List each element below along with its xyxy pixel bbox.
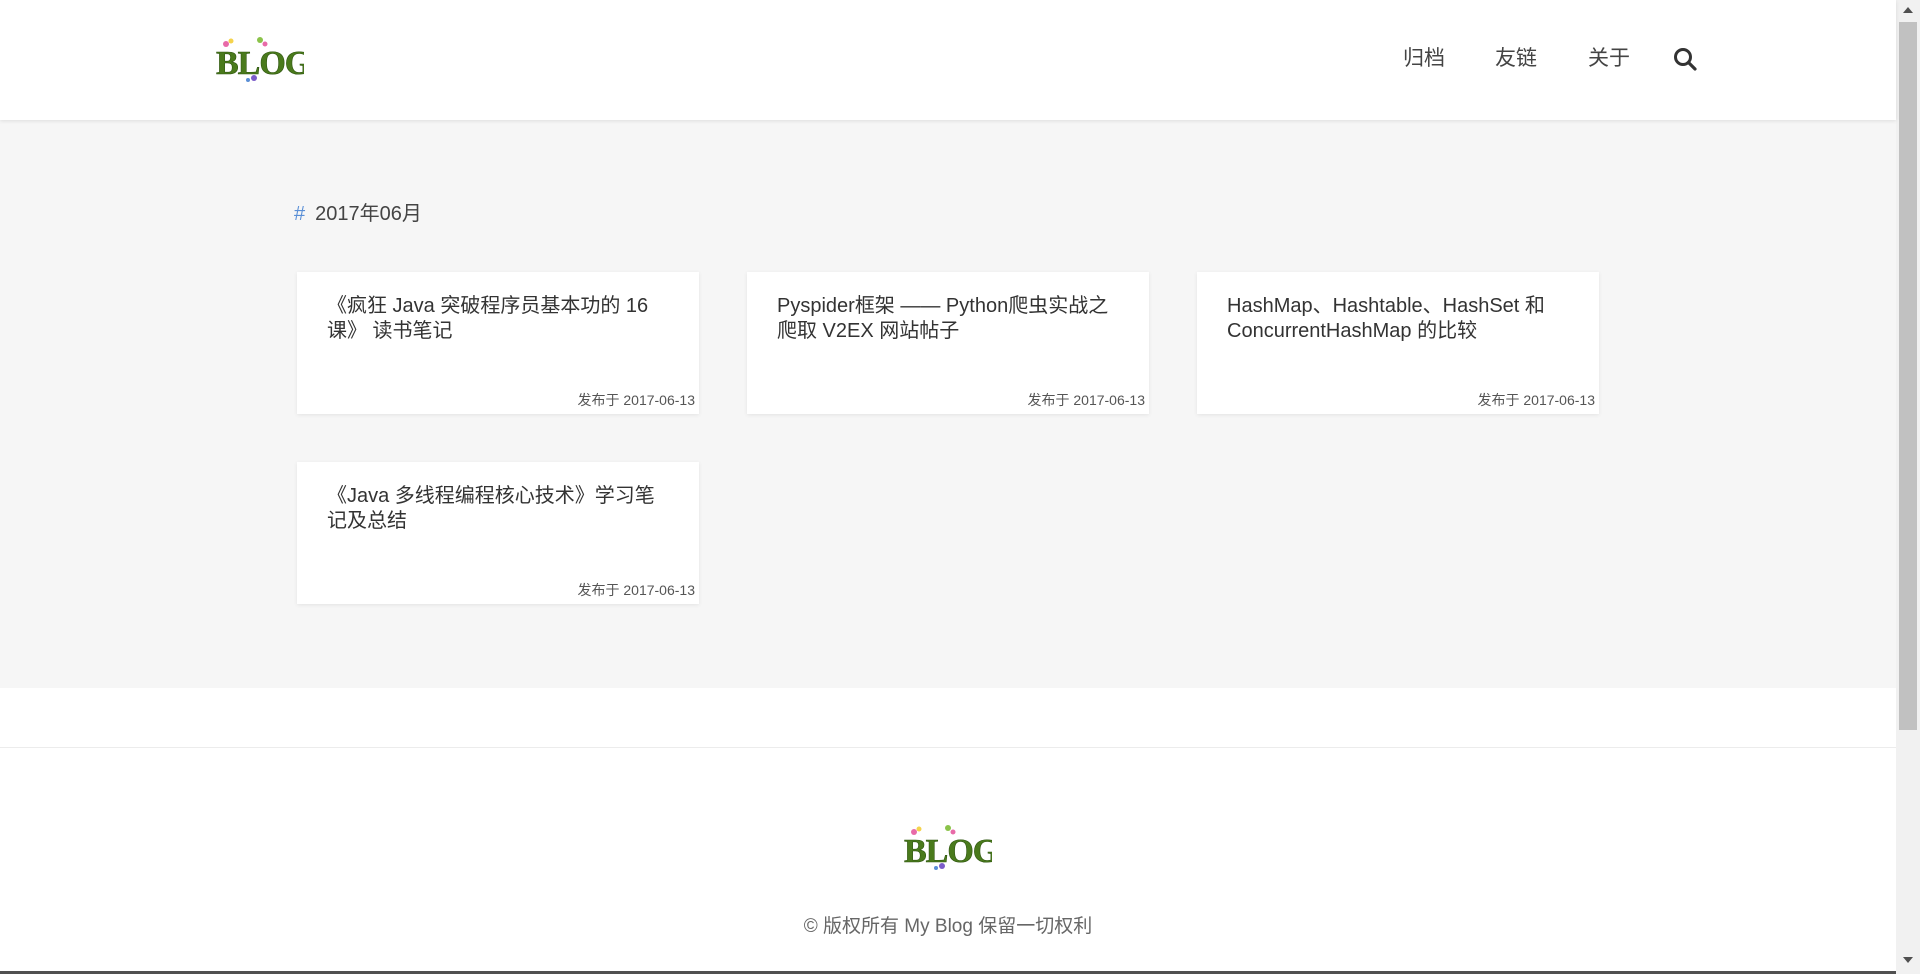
post-card[interactable]: HashMap、Hashtable、HashSet 和 ConcurrentHa… bbox=[1197, 272, 1599, 414]
triangle-down-icon bbox=[1903, 957, 1913, 963]
post-title[interactable]: HashMap、Hashtable、HashSet 和 ConcurrentHa… bbox=[1227, 294, 1573, 344]
post-title[interactable]: 《疯狂 Java 突破程序员基本功的 16 课》 读书笔记 bbox=[327, 294, 673, 344]
scrollbar-thumb[interactable] bbox=[1899, 22, 1917, 730]
post-date: 发布于 2017-06-13 bbox=[577, 582, 695, 598]
blog-logo[interactable]: BLOG bbox=[212, 34, 304, 84]
post-date: 发布于 2017-06-13 bbox=[577, 392, 695, 408]
page: BLOG 归档 友链 关于 #2017年06月 《疯狂 Java 突破程序员基本… bbox=[0, 0, 1896, 974]
post-date: 发布于 2017-06-13 bbox=[1027, 392, 1145, 408]
search-button[interactable] bbox=[1670, 44, 1700, 74]
post-card[interactable]: 《Java 多线程编程核心技术》学习笔记及总结 发布于 2017-06-13 bbox=[297, 462, 699, 604]
post-card[interactable]: 《疯狂 Java 突破程序员基本功的 16 课》 读书笔记 发布于 2017-0… bbox=[297, 272, 699, 414]
site-header: BLOG 归档 友链 关于 bbox=[0, 0, 1896, 120]
triangle-up-icon bbox=[1903, 7, 1913, 13]
nav-about[interactable]: 关于 bbox=[1588, 44, 1630, 74]
nav-archive[interactable]: 归档 bbox=[1403, 44, 1445, 74]
nav-links[interactable]: 友链 bbox=[1495, 44, 1537, 74]
post-date: 发布于 2017-06-13 bbox=[1477, 392, 1595, 408]
scroll-down-arrow[interactable] bbox=[1896, 950, 1920, 970]
archive-month-heading: #2017年06月 bbox=[294, 201, 422, 227]
scroll-up-arrow[interactable] bbox=[1896, 0, 1920, 20]
post-title[interactable]: Pyspider框架 —— Python爬虫实战之爬取 V2EX 网站帖子 bbox=[777, 294, 1123, 344]
archive-section: #2017年06月 《疯狂 Java 突破程序员基本功的 16 课》 读书笔记 … bbox=[0, 120, 1896, 688]
logo-text: BLOG bbox=[216, 45, 304, 82]
footer-logo[interactable]: BLOG bbox=[900, 822, 992, 872]
logo-text: BLOG bbox=[904, 833, 992, 870]
copyright-text: © 版权所有 My Blog 保留一切权利 bbox=[803, 916, 1093, 937]
search-icon bbox=[1674, 48, 1697, 71]
footer-divider bbox=[0, 747, 1896, 748]
post-title[interactable]: 《Java 多线程编程核心技术》学习笔记及总结 bbox=[327, 484, 673, 534]
post-card[interactable]: Pyspider框架 —— Python爬虫实战之爬取 V2EX 网站帖子 发布… bbox=[747, 272, 1149, 414]
hash-mark: # bbox=[294, 203, 306, 225]
archive-month: 2017年06月 bbox=[315, 203, 422, 225]
